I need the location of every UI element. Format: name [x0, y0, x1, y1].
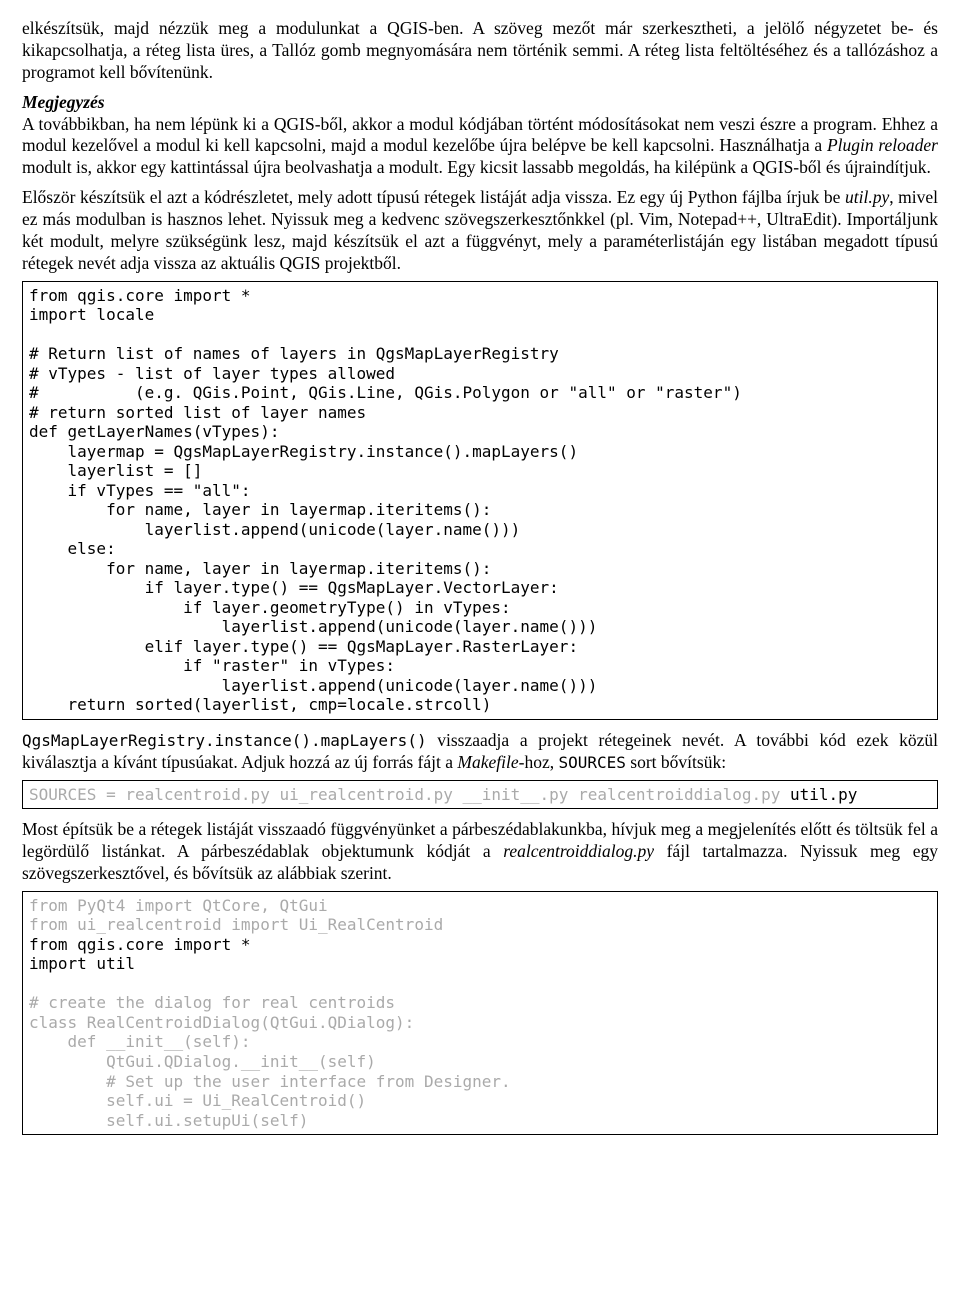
code2-black: util.py	[790, 785, 857, 804]
note-body-italic: Plugin reloader	[827, 135, 938, 155]
p3-text-1: Először készítsük el azt a kódrészletet,…	[22, 187, 845, 207]
paragraph-dialog: Most építsük be a rétegek listáját vissz…	[22, 819, 938, 885]
code2-gray: SOURCES = realcentroid.py ui_realcentroi…	[29, 785, 790, 804]
paragraph-utilpy: Először készítsük el azt a kódrészletet,…	[22, 187, 938, 275]
p4-mono-1: QgsMapLayerRegistry.instance().mapLayers…	[22, 731, 427, 750]
c3-l1: from PyQt4 import QtCore, QtGui	[29, 896, 328, 915]
c3-l3: from qgis.core import *	[29, 935, 251, 954]
note-body: A továbbikban, ha nem lépünk ki a QGIS-b…	[22, 114, 938, 180]
c3-l6: # create the dialog for real centroids	[29, 993, 395, 1012]
c3-l12: self.ui.setupUi(self)	[29, 1111, 308, 1130]
note-body-text-2: modult is, akkor egy kattintással újra b…	[22, 157, 931, 177]
c3-l2: from ui_realcentroid import Ui_RealCentr…	[29, 915, 443, 934]
c3-l7: class RealCentroidDialog(QtGui.QDialog):	[29, 1013, 414, 1032]
c3-l10: # Set up the user interface from Designe…	[29, 1072, 511, 1091]
note-body-text-1: A továbbikban, ha nem lépünk ki a QGIS-b…	[22, 114, 938, 156]
p4-italic: Makefile	[457, 752, 518, 772]
c3-l8: def __init__(self):	[29, 1032, 251, 1051]
p4-text-2: -hoz,	[519, 752, 559, 772]
c3-l9: QtGui.QDialog.__init__(self)	[29, 1052, 376, 1071]
p4-text-3: sort bővítsük:	[626, 752, 726, 772]
code-block-1: from qgis.core import * import locale # …	[22, 281, 938, 720]
p5-italic: realcentroiddialog.py	[503, 841, 654, 861]
p4-mono-2: SOURCES	[558, 753, 625, 772]
paragraph-intro: elkészítsük, majd nézzük meg a modulunka…	[22, 18, 938, 84]
note-heading: Megjegyzés	[22, 92, 938, 114]
p3-italic: util.py	[845, 187, 889, 207]
c3-l4: import util	[29, 954, 135, 973]
code-block-2: SOURCES = realcentroid.py ui_realcentroi…	[22, 780, 938, 810]
code-block-3: from PyQt4 import QtCore, QtGui from ui_…	[22, 891, 938, 1135]
paragraph-maplayers: QgsMapLayerRegistry.instance().mapLayers…	[22, 730, 938, 774]
c3-l11: self.ui = Ui_RealCentroid()	[29, 1091, 366, 1110]
